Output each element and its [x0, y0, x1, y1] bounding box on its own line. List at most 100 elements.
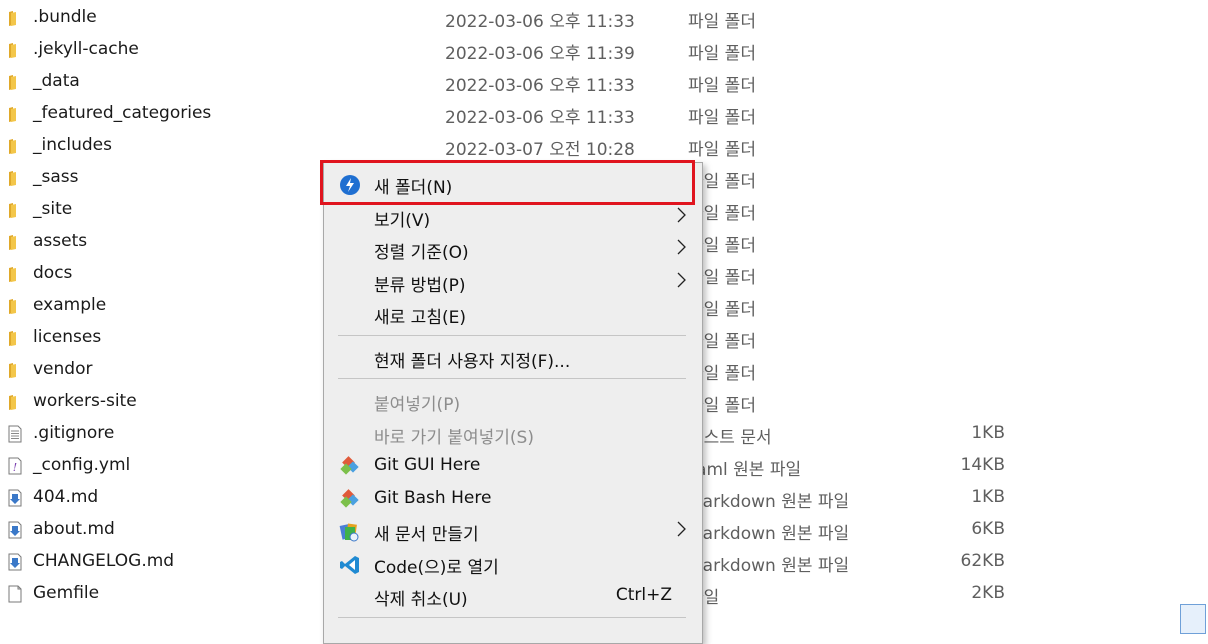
- file-name: Gemfile: [33, 583, 100, 603]
- menu-item[interactable]: 분류 방법(P): [324, 265, 702, 298]
- menu-item-label: 현재 폴더 사용자 지정(F)...: [374, 351, 571, 372]
- context-menu: 새 폴더(N) 보기(V) 정렬 기준(O) 분류 방법(P) 새로 고침(E) 현재 폴…: [323, 162, 703, 644]
- file-type: Markdown 원본 파일: [688, 524, 850, 544]
- file-type: Markdown 원본 파일: [688, 556, 850, 576]
- folder-icon: [6, 137, 24, 155]
- file-name: _featured_categories: [33, 103, 212, 123]
- menu-item-label: Code(으)로 열기: [374, 557, 499, 578]
- chevron-right-icon: [677, 206, 686, 224]
- file-name: CHANGELOG.md: [33, 551, 175, 571]
- file-type: Yaml 원본 파일: [688, 460, 802, 480]
- markdown-file-icon: [6, 489, 24, 507]
- file-name: about.md: [33, 519, 115, 539]
- new-document-icon: [339, 521, 361, 543]
- file-row[interactable]: _includes 2022-03-07 오전 10:28 파일 폴더: [0, 130, 1208, 162]
- file-type: 파일 폴더: [688, 76, 756, 96]
- folder-icon: [6, 361, 24, 379]
- file-name: _includes: [33, 135, 112, 155]
- menu-item[interactable]: 새 문서 만들기: [324, 514, 702, 547]
- folder-icon: [6, 73, 24, 91]
- file-date: 2022-03-06 오후 11:33: [445, 12, 635, 32]
- menu-item[interactable]: Git GUI Here: [324, 449, 702, 482]
- menu-item-label: 정렬 기준(O): [374, 243, 469, 263]
- menu-item-label: 보기(V): [374, 210, 431, 231]
- menu-separator: [338, 378, 686, 379]
- menu-item-label: 새로 고침(E): [374, 308, 466, 328]
- file-date: 2022-03-07 오전 10:28: [445, 140, 635, 160]
- menu-item[interactable]: Git Bash Here: [324, 482, 702, 515]
- folder-icon: [6, 329, 24, 347]
- vscode-icon: [339, 554, 361, 576]
- file-date: 2022-03-06 오후 11:33: [445, 108, 635, 128]
- menu-item-label: 분류 방법(P): [374, 275, 466, 296]
- file-row[interactable]: .bundle 2022-03-06 오후 11:33 파일 폴더: [0, 2, 1208, 34]
- folder-icon: [6, 105, 24, 123]
- git-bash-icon: [339, 488, 361, 511]
- markdown-file-icon: [6, 521, 24, 539]
- menu-item-label: Git Bash Here: [374, 487, 492, 508]
- file-name: .bundle: [33, 7, 97, 27]
- file-name: _site: [33, 199, 73, 219]
- menu-item: 바로 가기 붙여넣기(S): [324, 417, 702, 450]
- folder-icon: [6, 169, 24, 187]
- new-folder-highlight-box: [320, 160, 695, 205]
- file-name: docs: [33, 263, 73, 283]
- file-date: 2022-03-06 오후 11:39: [445, 44, 635, 64]
- folder-icon: [6, 9, 24, 27]
- git-gui-icon: [339, 456, 361, 478]
- file-name: assets: [33, 231, 88, 251]
- file-size: 1KB: [971, 487, 1005, 507]
- view-toggle-icon[interactable]: [1180, 604, 1206, 634]
- menu-item-shortcut: Ctrl+Z: [615, 585, 672, 605]
- file-size: 2KB: [971, 583, 1005, 603]
- menu-item[interactable]: 정렬 기준(O): [324, 232, 702, 265]
- file-name: workers-site: [33, 391, 137, 411]
- file-name: licenses: [33, 327, 102, 347]
- file-size: 62KB: [960, 551, 1005, 571]
- menu-item[interactable]: Code(으)로 열기: [324, 547, 702, 580]
- file-name: _sass: [33, 167, 79, 187]
- file-name: vendor: [33, 359, 93, 379]
- file-size: 1KB: [971, 423, 1005, 443]
- svg-text:!: !: [13, 461, 17, 474]
- menu-item[interactable]: 새로 고침(E): [324, 297, 702, 330]
- file-type: 파일 폴더: [688, 44, 756, 64]
- folder-icon: [6, 265, 24, 283]
- folder-icon: [6, 233, 24, 251]
- text-file-icon: [6, 425, 24, 443]
- file-date: 2022-03-06 오후 11:33: [445, 76, 635, 96]
- chevron-right-icon: [677, 520, 686, 538]
- file-name: example: [33, 295, 107, 315]
- folder-icon: [6, 297, 24, 315]
- chevron-right-icon: [677, 238, 686, 256]
- blank-file-icon: [6, 585, 24, 603]
- menu-item: 붙여넣기(P): [324, 384, 702, 417]
- menu-item-label: 붙여넣기(P): [374, 395, 461, 415]
- markdown-file-icon: [6, 553, 24, 571]
- file-row[interactable]: .jekyll-cache 2022-03-06 오후 11:39 파일 폴더: [0, 34, 1208, 66]
- file-type: 파일 폴더: [688, 12, 756, 32]
- menu-item[interactable]: 현재 폴더 사용자 지정(F)...: [324, 341, 702, 374]
- menu-item-label: Git GUI Here: [374, 455, 481, 475]
- file-row[interactable]: _data 2022-03-06 오후 11:33 파일 폴더: [0, 66, 1208, 98]
- yaml-file-icon: !: [6, 457, 24, 475]
- file-type: 파일 폴더: [688, 140, 756, 160]
- menu-item-label: 새 문서 만들기: [374, 525, 479, 545]
- chevron-right-icon: [677, 271, 686, 289]
- file-name: .gitignore: [33, 423, 115, 443]
- folder-icon: [6, 393, 24, 411]
- menu-item[interactable]: 삭제 취소(U) Ctrl+Z: [324, 579, 702, 612]
- file-row[interactable]: _featured_categories 2022-03-06 오후 11:33 파…: [0, 98, 1208, 130]
- folder-icon: [6, 201, 24, 219]
- menu-separator: [338, 616, 686, 618]
- file-type: 파일 폴더: [688, 108, 756, 128]
- menu-item-label: 삭제 취소(U): [374, 590, 468, 610]
- menu-item-label: 바로 가기 붙여넣기(S): [374, 427, 534, 448]
- folder-icon: [6, 41, 24, 59]
- menu-separator: [338, 334, 686, 336]
- file-name: .jekyll-cache: [33, 39, 139, 59]
- file-name: _data: [33, 71, 80, 91]
- file-type: Markdown 원본 파일: [688, 492, 850, 512]
- file-size: 14KB: [960, 455, 1005, 475]
- file-size: 6KB: [971, 519, 1005, 539]
